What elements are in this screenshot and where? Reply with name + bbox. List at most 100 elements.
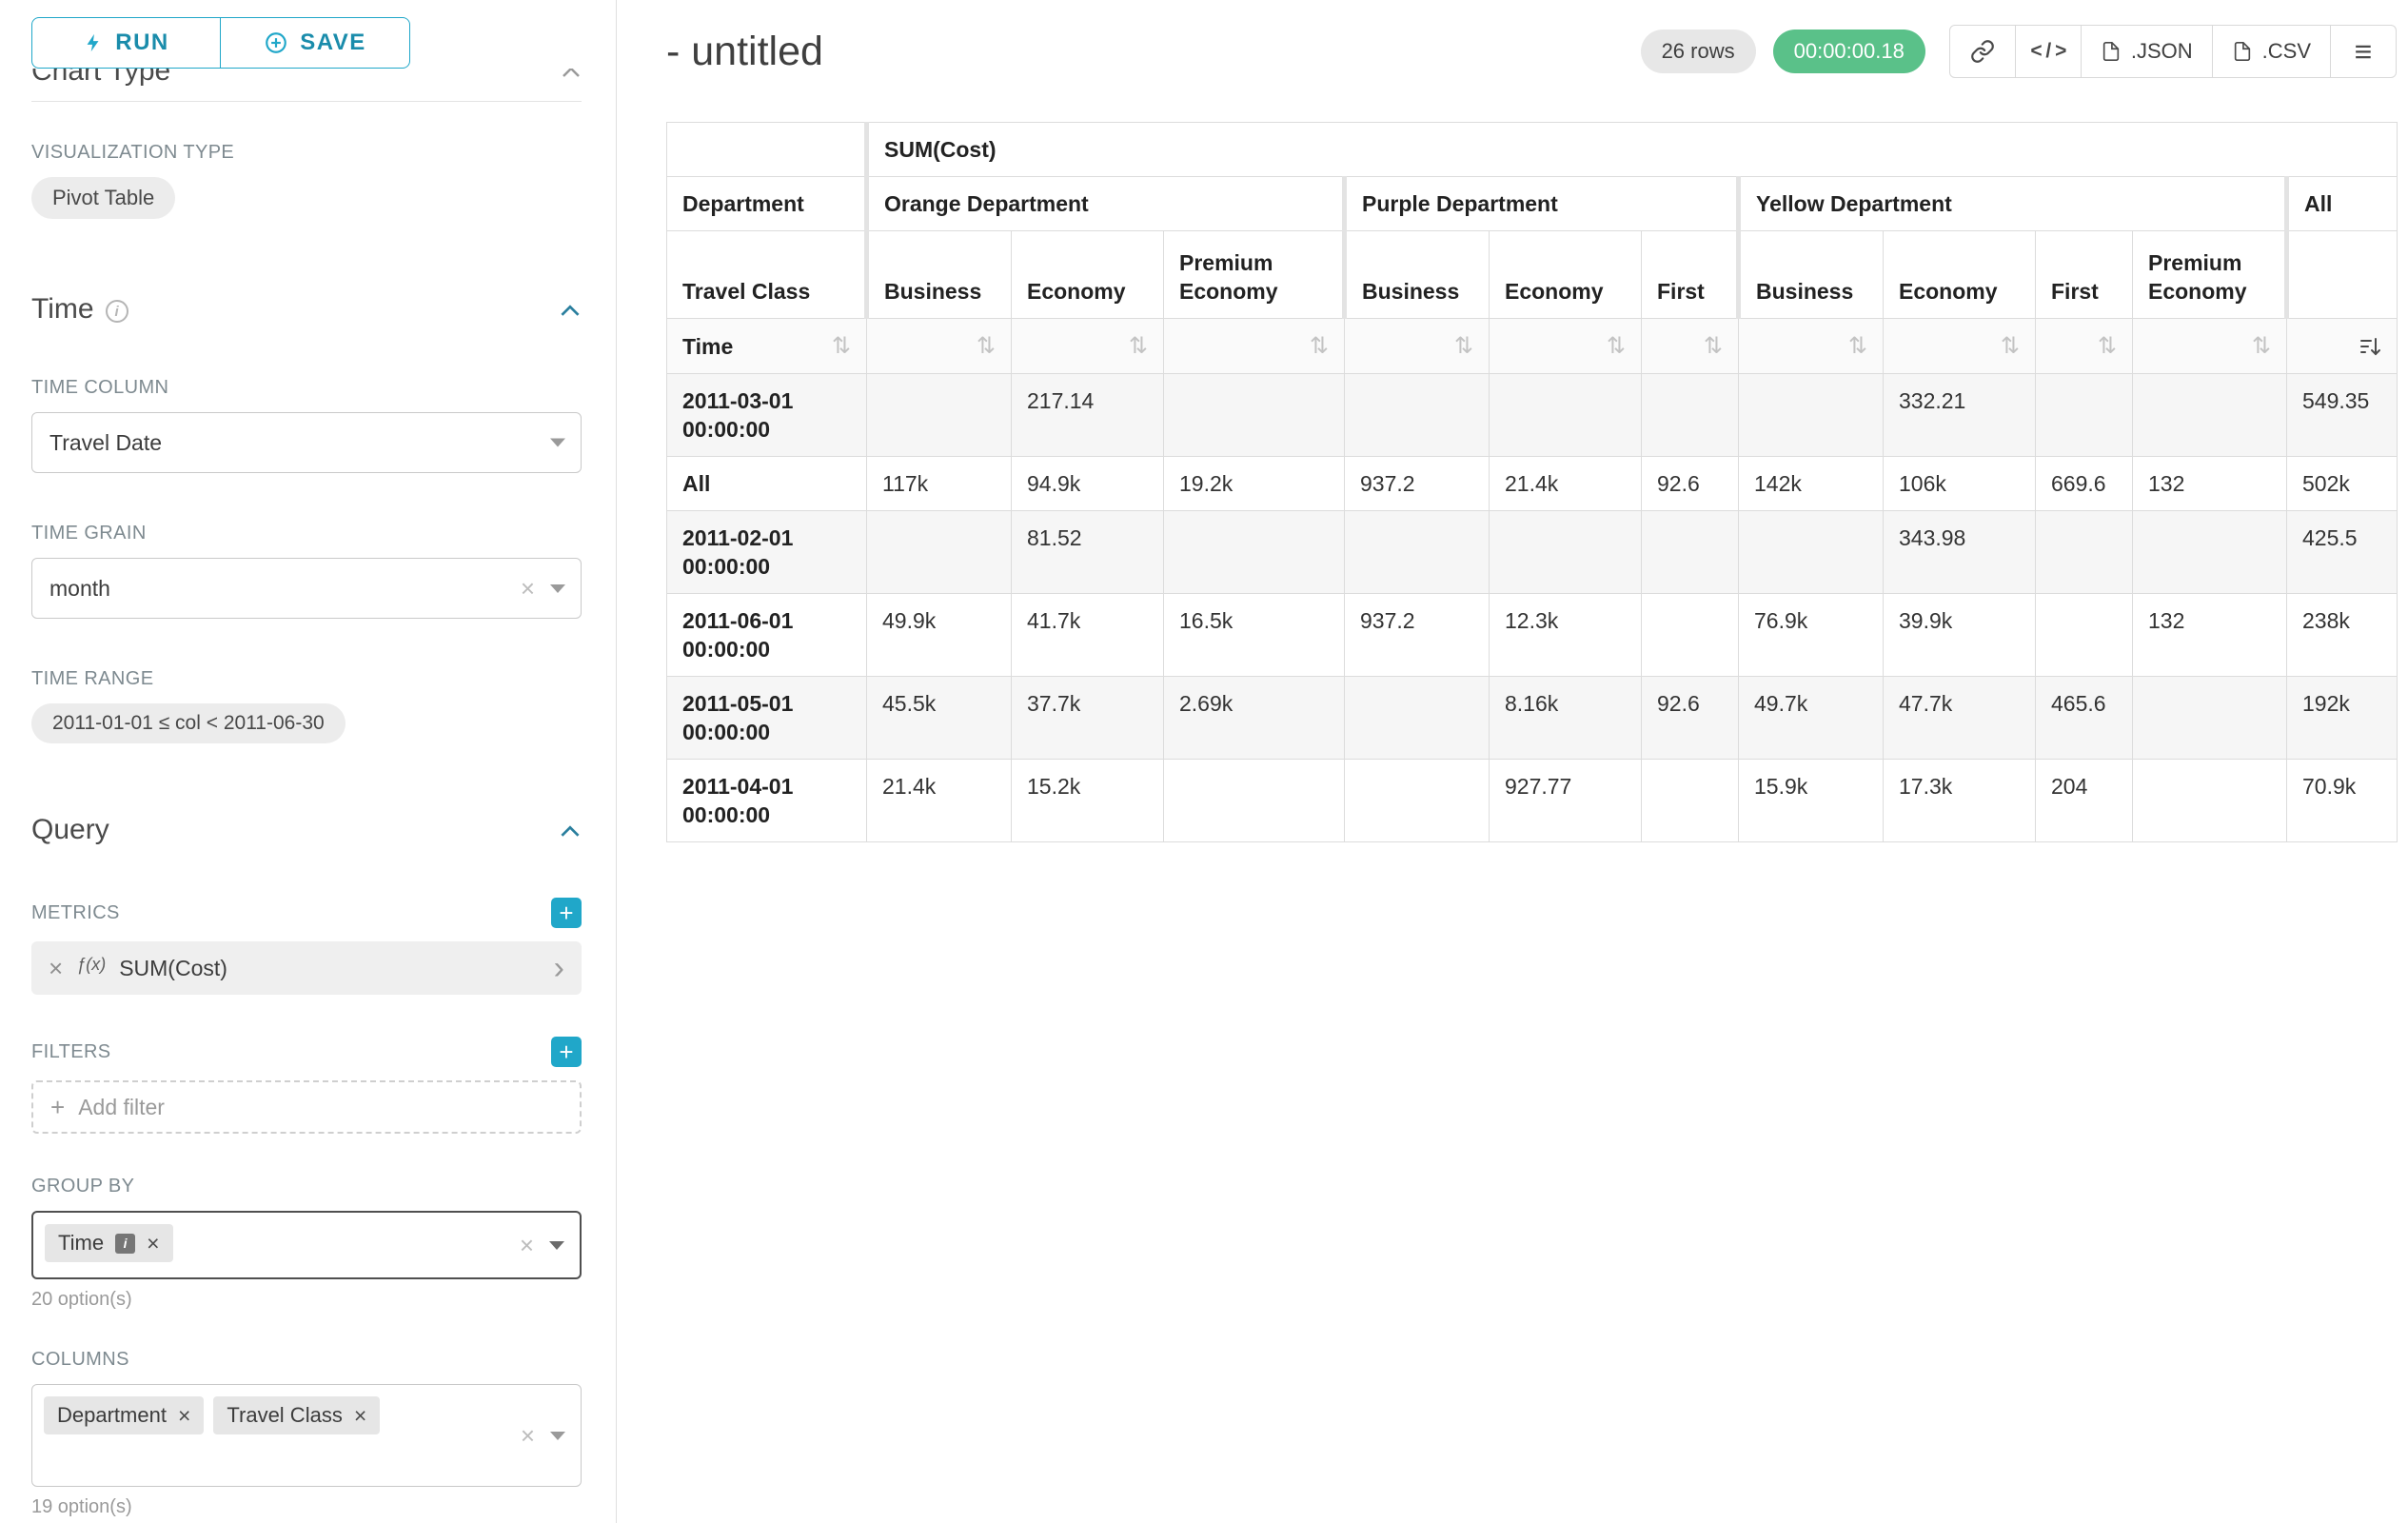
csv-label: .CSV bbox=[2262, 39, 2311, 64]
cell: 117k bbox=[867, 457, 1012, 511]
view-query-button[interactable]: < / > bbox=[2015, 25, 2082, 78]
time-section-title: Time bbox=[31, 291, 94, 327]
cell bbox=[1739, 374, 1884, 457]
group-by-tag[interactable]: Time i × bbox=[45, 1224, 173, 1262]
sort-toggle-icon[interactable]: ⇅ bbox=[2001, 332, 2020, 361]
cell: 49.7k bbox=[1739, 677, 1884, 760]
caret-down-icon bbox=[550, 439, 565, 447]
chevron-up-icon[interactable] bbox=[559, 303, 582, 317]
time-column-select[interactable]: Travel Date bbox=[31, 412, 582, 473]
export-button-group: < / > .JSON .CSV bbox=[1950, 25, 2397, 78]
tag-label: Travel Class bbox=[227, 1403, 342, 1428]
clear-icon[interactable]: × bbox=[521, 1423, 535, 1448]
caret-right-icon[interactable]: › bbox=[554, 952, 564, 984]
results-area: SUM(Cost) Department Orange Department P… bbox=[666, 122, 2397, 842]
clear-icon[interactable]: × bbox=[521, 576, 535, 601]
sort-toggle-icon[interactable]: ⇅ bbox=[1704, 332, 1723, 361]
cell bbox=[1642, 374, 1739, 457]
cell bbox=[2133, 760, 2287, 842]
time-section-header[interactable]: Time i bbox=[31, 291, 582, 327]
columns-tag[interactable]: Travel Class × bbox=[213, 1396, 380, 1434]
chevron-up-icon[interactable] bbox=[559, 823, 582, 838]
run-button[interactable]: RUN bbox=[31, 17, 221, 69]
cell: 142k bbox=[1739, 457, 1884, 511]
add-metric-button[interactable]: + bbox=[551, 898, 582, 928]
cell bbox=[2133, 511, 2287, 594]
sort-desc-active-icon[interactable] bbox=[2359, 335, 2381, 358]
time-header-label: Time bbox=[682, 332, 733, 361]
group-by-select[interactable]: Time i × × bbox=[31, 1211, 582, 1279]
time-column-label: TIME COLUMN bbox=[31, 377, 582, 399]
query-section-header[interactable]: Query bbox=[31, 812, 582, 848]
json-label: .JSON bbox=[2131, 39, 2193, 64]
cell: 15.2k bbox=[1012, 760, 1164, 842]
table-row: 2011-06-01 00:00:00 49.9k 41.7k 16.5k 93… bbox=[667, 594, 2398, 677]
cell: 76.9k bbox=[1739, 594, 1884, 677]
download-csv-button[interactable]: .CSV bbox=[2212, 25, 2331, 78]
class-header: Premium Economy bbox=[1164, 231, 1345, 319]
department-group-header: Purple Department bbox=[1345, 177, 1739, 231]
sort-header-row: Time ⇅ ⇅ ⇅ ⇅ ⇅ ⇅ ⇅ ⇅ ⇅ ⇅ ⇅ bbox=[667, 319, 2398, 374]
time-range-pill[interactable]: 2011-01-01 ≤ col < 2011-06-30 bbox=[31, 703, 345, 743]
cell: 132 bbox=[2133, 457, 2287, 511]
remove-tag-icon[interactable]: × bbox=[354, 1405, 366, 1427]
class-header: Business bbox=[867, 231, 1012, 319]
info-icon: i bbox=[115, 1234, 135, 1254]
cell: 937.2 bbox=[1345, 457, 1490, 511]
sort-toggle-icon[interactable]: ⇅ bbox=[2098, 332, 2117, 361]
copy-link-button[interactable] bbox=[1949, 25, 2016, 78]
cell: 45.5k bbox=[867, 677, 1012, 760]
save-label: SAVE bbox=[300, 30, 366, 56]
sort-toggle-icon[interactable]: ⇅ bbox=[1454, 332, 1473, 361]
cell bbox=[867, 374, 1012, 457]
tag-label: Department bbox=[57, 1403, 167, 1428]
cell bbox=[867, 511, 1012, 594]
cell: 39.9k bbox=[1884, 594, 2036, 677]
sort-toggle-icon[interactable]: ⇅ bbox=[832, 332, 851, 361]
remove-tag-icon[interactable]: × bbox=[147, 1233, 159, 1255]
remove-tag-icon[interactable]: × bbox=[178, 1405, 190, 1427]
cell: 425.5 bbox=[2287, 511, 2398, 594]
cell bbox=[1642, 594, 1739, 677]
cell: 92.6 bbox=[1642, 457, 1739, 511]
cell: 70.9k bbox=[2287, 760, 2398, 842]
class-header: Economy bbox=[1012, 231, 1164, 319]
chart-header: - untitled 26 rows 00:00:00.18 < / > bbox=[666, 25, 2397, 78]
cell: 19.2k bbox=[1164, 457, 1345, 511]
cell bbox=[1164, 511, 1345, 594]
menu-button[interactable]: ≡ bbox=[2330, 25, 2397, 78]
row-header: 2011-06-01 00:00:00 bbox=[667, 594, 867, 677]
fx-icon: ƒ(x) bbox=[76, 955, 106, 975]
add-filter-button[interactable]: + Add filter bbox=[31, 1080, 582, 1134]
clear-icon[interactable]: × bbox=[520, 1233, 534, 1257]
hamburger-icon: ≡ bbox=[2355, 34, 2373, 69]
visualization-type-pill[interactable]: Pivot Table bbox=[31, 177, 175, 219]
sort-toggle-icon[interactable]: ⇅ bbox=[977, 332, 996, 361]
sort-toggle-icon[interactable]: ⇅ bbox=[1129, 332, 1148, 361]
save-button[interactable]: SAVE bbox=[221, 17, 410, 69]
metric-item[interactable]: × ƒ(x) SUM(Cost) › bbox=[31, 941, 582, 995]
sort-toggle-icon[interactable]: ⇅ bbox=[1310, 332, 1329, 361]
time-grain-label: TIME GRAIN bbox=[31, 523, 582, 544]
sort-toggle-icon[interactable]: ⇅ bbox=[1848, 332, 1867, 361]
chart-type-title: Chart Type bbox=[31, 69, 170, 89]
cell bbox=[1345, 677, 1490, 760]
row-count-badge: 26 rows bbox=[1641, 30, 1756, 73]
sort-toggle-icon[interactable]: ⇅ bbox=[2252, 332, 2271, 361]
time-grain-select[interactable]: month × bbox=[31, 558, 582, 619]
department-group-header: Orange Department bbox=[867, 177, 1345, 231]
remove-metric-icon[interactable]: × bbox=[49, 954, 63, 983]
chart-type-section-header[interactable]: Chart Type bbox=[31, 69, 582, 89]
table-row: 2011-05-01 00:00:00 45.5k 37.7k 2.69k 8.… bbox=[667, 677, 2398, 760]
columns-tag[interactable]: Department × bbox=[44, 1396, 204, 1434]
cell bbox=[1164, 760, 1345, 842]
add-filter-plus-button[interactable]: + bbox=[551, 1037, 582, 1067]
cell: 502k bbox=[2287, 457, 2398, 511]
cell: 132 bbox=[2133, 594, 2287, 677]
columns-select[interactable]: Department × Travel Class × × bbox=[31, 1384, 582, 1487]
chevron-up-icon[interactable] bbox=[561, 69, 582, 78]
cell: 669.6 bbox=[2036, 457, 2133, 511]
sort-toggle-icon[interactable]: ⇅ bbox=[1607, 332, 1626, 361]
download-json-button[interactable]: .JSON bbox=[2081, 25, 2213, 78]
travel-class-axis-label: Travel Class bbox=[667, 231, 867, 319]
